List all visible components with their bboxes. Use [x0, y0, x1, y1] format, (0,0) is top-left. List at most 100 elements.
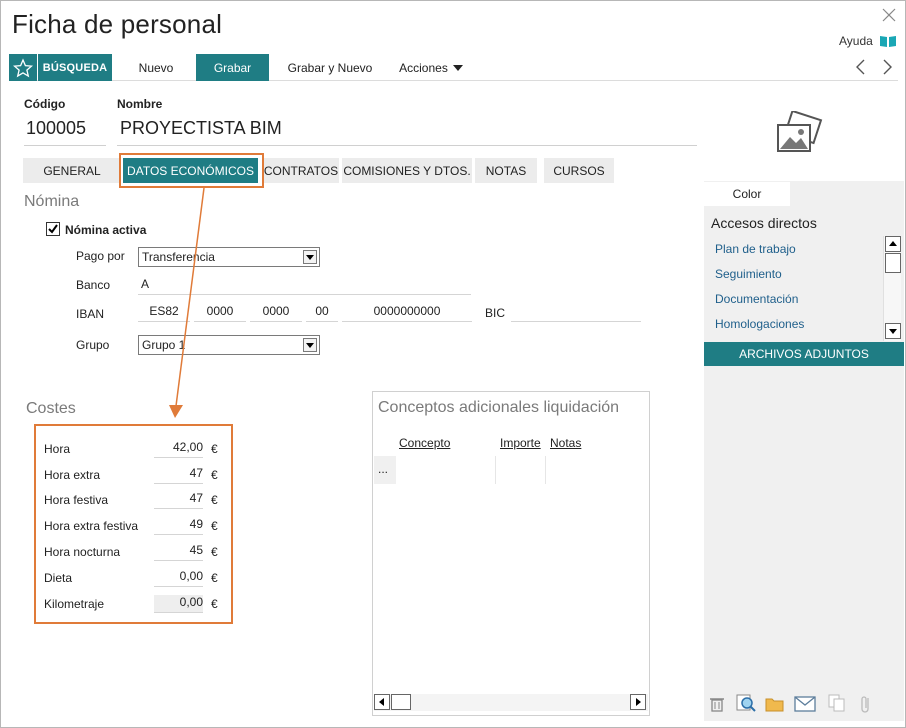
- code-label: Código: [24, 97, 66, 111]
- grupo-select[interactable]: Grupo 1: [138, 335, 320, 355]
- trash-icon[interactable]: [708, 695, 726, 713]
- shortcuts-title: Accesos directos: [711, 215, 817, 231]
- caret-down-icon: [452, 64, 463, 71]
- pago-value: Transferencia: [142, 250, 215, 264]
- grupo-value: Grupo 1: [142, 338, 186, 352]
- search-button[interactable]: BÚSQUEDA: [38, 54, 112, 81]
- arrow-down-icon: [889, 329, 897, 334]
- currency-symbol: €: [211, 493, 218, 507]
- table-cell-concepto[interactable]: [396, 456, 496, 484]
- tab-cursos[interactable]: CURSOS: [544, 158, 614, 183]
- favorite-button[interactable]: [9, 54, 37, 81]
- conceptos-hscrollbar[interactable]: [374, 694, 648, 711]
- cost-label-kilometraje: Kilometraje: [44, 597, 105, 611]
- folder-icon[interactable]: [765, 695, 785, 713]
- shortcuts-scrollbar[interactable]: [883, 236, 901, 341]
- cost-field-dieta[interactable]: 0,00: [154, 569, 203, 587]
- currency-symbol: €: [211, 442, 218, 456]
- scroll-left-button[interactable]: [374, 694, 390, 710]
- link-homologaciones[interactable]: Homologaciones: [715, 317, 804, 331]
- tab-contratos[interactable]: CONTRATOS: [263, 158, 339, 183]
- link-plan-de-trabajo[interactable]: Plan de trabajo: [715, 242, 796, 256]
- col-importe[interactable]: Importe: [500, 436, 541, 450]
- pago-dropdown-button[interactable]: [303, 250, 317, 264]
- cost-field-hora-extra-festiva[interactable]: 49: [154, 517, 203, 535]
- link-documentacion[interactable]: Documentación: [715, 292, 798, 306]
- save-button[interactable]: Grabar: [196, 54, 269, 81]
- iban-dc-field[interactable]: 00: [306, 304, 338, 322]
- nomina-section-title: Nómina: [24, 193, 80, 210]
- scroll-thumb[interactable]: [885, 253, 901, 273]
- personnel-window: Ficha de personal Ayuda BÚSQUEDA Nuevo G…: [0, 0, 906, 728]
- caret-down-icon: [306, 254, 314, 260]
- window-title: Ficha de personal: [12, 9, 223, 39]
- cost-label-hora: Hora: [44, 442, 71, 456]
- iban-office-field[interactable]: 0000: [250, 304, 302, 322]
- chevron-left-icon[interactable]: [852, 57, 870, 77]
- bic-field[interactable]: [511, 304, 641, 322]
- cost-label-hora-festiva: Hora festiva: [44, 493, 109, 507]
- cost-field-kilometraje[interactable]: 0,00: [154, 595, 203, 613]
- actions-menu[interactable]: Acciones: [391, 54, 471, 81]
- cost-label-hora-nocturna: Hora nocturna: [44, 545, 121, 559]
- iban-account-field[interactable]: 0000000000: [342, 304, 472, 322]
- scroll-down-button[interactable]: [885, 323, 901, 339]
- attachments-header[interactable]: ARCHIVOS ADJUNTOS: [704, 342, 904, 366]
- tab-highlight-box: [119, 153, 264, 188]
- col-notas[interactable]: Notas: [550, 436, 581, 450]
- pago-label: Pago por: [76, 249, 125, 263]
- col-concepto[interactable]: Concepto: [399, 436, 450, 450]
- iban-country-field[interactable]: ES82: [138, 304, 190, 322]
- arrow-right-icon: [636, 698, 641, 706]
- paperclip-icon[interactable]: [859, 694, 873, 714]
- costes-section-title: Costes: [26, 400, 76, 417]
- chevron-right-icon[interactable]: [878, 57, 896, 77]
- currency-symbol: €: [211, 597, 218, 611]
- hscroll-thumb[interactable]: [391, 694, 411, 710]
- star-icon: [13, 57, 33, 77]
- cost-field-hora[interactable]: 42,00: [154, 440, 203, 458]
- scroll-right-button[interactable]: [630, 694, 646, 710]
- row-selector[interactable]: ...: [374, 456, 396, 484]
- close-icon[interactable]: [879, 5, 899, 25]
- name-label: Nombre: [117, 97, 163, 111]
- new-button[interactable]: Nuevo: [125, 54, 187, 81]
- currency-symbol: €: [211, 545, 218, 559]
- cost-label-dieta: Dieta: [44, 571, 73, 585]
- link-seguimiento[interactable]: Seguimiento: [715, 267, 782, 281]
- photo-area[interactable]: [704, 81, 904, 181]
- tab-general[interactable]: GENERAL: [23, 158, 121, 183]
- table-cell-importe[interactable]: [496, 456, 546, 484]
- help-book-icon[interactable]: [879, 35, 897, 48]
- arrow-up-icon: [889, 241, 897, 246]
- banco-field[interactable]: A: [138, 277, 471, 295]
- currency-symbol: €: [211, 519, 218, 533]
- actions-label: Acciones: [399, 60, 448, 75]
- save-and-new-button[interactable]: Grabar y Nuevo: [281, 54, 379, 81]
- tab-comisiones[interactable]: COMISIONES Y DTOS.: [342, 158, 472, 183]
- check-icon: [48, 224, 58, 234]
- pago-select[interactable]: Transferencia: [138, 247, 320, 267]
- iban-entity-field[interactable]: 0000: [194, 304, 246, 322]
- color-button[interactable]: Color: [704, 182, 790, 206]
- cost-field-hora-extra[interactable]: 47: [154, 466, 203, 484]
- search-doc-icon[interactable]: [735, 693, 757, 713]
- grupo-dropdown-button[interactable]: [303, 338, 317, 352]
- photo-placeholder-icon: [777, 111, 823, 152]
- nomina-active-label: Nómina activa: [65, 223, 147, 237]
- copy-icon[interactable]: [827, 693, 847, 713]
- banco-label: Banco: [76, 278, 111, 292]
- grupo-label: Grupo: [76, 338, 110, 352]
- conceptos-title: Conceptos adicionales liquidación: [378, 399, 620, 416]
- tab-notas[interactable]: NOTAS: [475, 158, 537, 183]
- code-field[interactable]: 100005: [24, 118, 106, 146]
- iban-label: IBAN: [76, 307, 105, 321]
- nomina-active-checkbox[interactable]: [46, 222, 60, 236]
- cost-field-hora-nocturna[interactable]: 45: [154, 543, 203, 561]
- cost-label-hora-extra: Hora extra: [44, 468, 101, 482]
- mail-icon[interactable]: [794, 695, 816, 713]
- cost-field-hora-festiva[interactable]: 47: [154, 491, 203, 509]
- name-field[interactable]: PROYECTISTA BIM: [117, 118, 697, 146]
- help-link[interactable]: Ayuda: [839, 34, 873, 48]
- scroll-up-button[interactable]: [885, 236, 901, 252]
